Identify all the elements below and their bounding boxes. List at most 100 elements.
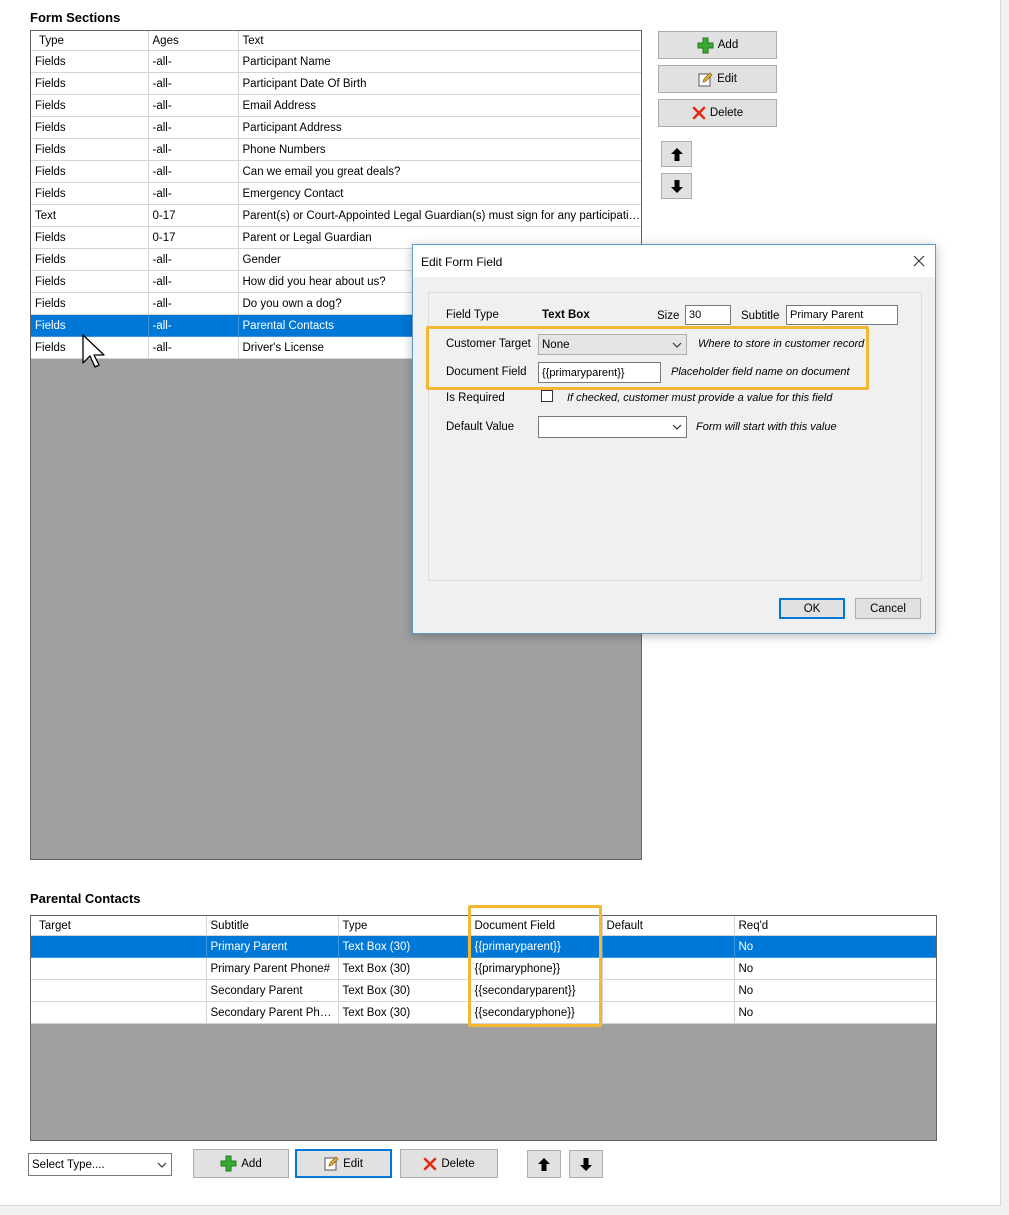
- plus-icon: [697, 37, 714, 53]
- table-row[interactable]: Text 0-17 Parent(s) or Court-Appointed Leg…: [31, 204, 641, 227]
- table-cell: Primary Parent: [206, 935, 339, 958]
- column-header[interactable]: Document Field: [470, 916, 603, 936]
- document-field-label: Document Field: [446, 366, 527, 378]
- select-type-dropdown[interactable]: Select Type....: [28, 1153, 172, 1176]
- table-cell: -all-: [148, 160, 239, 183]
- close-icon[interactable]: [911, 253, 927, 269]
- table-row[interactable]: Fields -all- Participant Address: [31, 116, 641, 139]
- column-header[interactable]: Target: [31, 916, 207, 936]
- edit-contact-label: Edit: [343, 1157, 363, 1170]
- dialog-title: Edit Form Field: [421, 255, 503, 269]
- table-cell: Fields: [31, 182, 149, 205]
- table-cell: Text: [31, 204, 149, 227]
- document-field-input[interactable]: {{primaryparent}}: [538, 362, 661, 383]
- table-cell: {{secondaryparent}}: [470, 979, 603, 1002]
- chevron-down-icon: [672, 342, 682, 348]
- table-cell: Email Address: [238, 94, 641, 117]
- delete-contact-button[interactable]: Delete: [400, 1149, 498, 1178]
- column-header[interactable]: Req'd: [734, 916, 936, 936]
- table-row[interactable]: Fields -all- Participant Date Of Birth: [31, 72, 641, 95]
- move-down-contact-button[interactable]: [569, 1150, 603, 1178]
- table-row[interactable]: Fields -all- Phone Numbers: [31, 138, 641, 161]
- default-value-dropdown[interactable]: [538, 416, 687, 438]
- edit-section-button[interactable]: Edit: [658, 65, 777, 93]
- table-cell: Fields: [31, 138, 149, 161]
- edit-icon: [698, 71, 713, 86]
- x-icon: [424, 1157, 437, 1170]
- table-row[interactable]: Secondary Parent Phone Text Box (30) {{sec…: [31, 1001, 936, 1024]
- add-contact-label: Add: [241, 1157, 262, 1170]
- ok-button[interactable]: OK: [779, 598, 845, 619]
- edit-section-label: Edit: [717, 73, 737, 85]
- table-cell: -all-: [148, 138, 239, 161]
- table-cell: No: [734, 957, 936, 980]
- table-row[interactable]: Secondary Parent Text Box (30) {{secondary…: [31, 979, 936, 1002]
- edit-form-field-dialog: Edit Form Field Field Type Text Box Size…: [412, 244, 936, 634]
- table-cell: -all-: [148, 72, 239, 95]
- form-sections-header-row: Type Ages Text: [31, 31, 641, 51]
- table-row[interactable]: Fields -all- Emergency Contact: [31, 182, 641, 205]
- default-value-hint: Form will start with this value: [696, 421, 837, 433]
- move-down-section-button[interactable]: [661, 173, 692, 199]
- table-cell: -all-: [148, 182, 239, 205]
- default-value-label: Default Value: [446, 421, 515, 433]
- table-row[interactable]: Fields -all- Email Address: [31, 94, 641, 117]
- table-cell: Participant Date Of Birth: [238, 72, 641, 95]
- field-type-value: Text Box: [542, 309, 590, 321]
- table-cell: [602, 979, 735, 1002]
- parental-contacts-grid[interactable]: Target Subtitle Type Document Field Default R…: [30, 915, 937, 1141]
- size-input[interactable]: 30: [685, 305, 731, 325]
- column-header[interactable]: Type: [31, 31, 149, 51]
- customer-target-dropdown[interactable]: None: [538, 334, 687, 355]
- table-cell: -all-: [148, 314, 239, 337]
- table-row[interactable]: Primary Parent Text Box (30) {{primarypare…: [31, 935, 936, 958]
- column-header[interactable]: Subtitle: [206, 916, 339, 936]
- is-required-hint: If checked, customer must provide a valu…: [567, 392, 833, 404]
- table-cell: -all-: [148, 50, 239, 73]
- delete-section-button[interactable]: Delete: [658, 99, 777, 127]
- table-cell: [31, 1001, 207, 1024]
- add-section-button[interactable]: Add: [658, 31, 777, 59]
- chevron-down-icon: [672, 424, 682, 430]
- column-header[interactable]: Ages: [148, 31, 239, 51]
- table-row[interactable]: Fields -all- Can we email you great deals?: [31, 160, 641, 183]
- add-contact-button[interactable]: Add: [193, 1149, 289, 1178]
- table-cell: Participant Address: [238, 116, 641, 139]
- dialog-titlebar: Edit Form Field: [413, 245, 935, 277]
- column-header[interactable]: Default: [602, 916, 735, 936]
- select-type-value: Select Type....: [32, 1158, 105, 1171]
- table-cell: Primary Parent Phone#: [206, 957, 339, 980]
- table-cell: Text Box (30): [338, 935, 471, 958]
- table-cell: Fields: [31, 270, 149, 293]
- table-cell: No: [734, 1001, 936, 1024]
- subtitle-input[interactable]: Primary Parent: [786, 305, 898, 325]
- edit-contact-button[interactable]: Edit: [295, 1149, 392, 1178]
- arrow-down-icon: [670, 179, 683, 193]
- table-cell: Can we email you great deals?: [238, 160, 641, 183]
- table-cell: 0-17: [148, 204, 239, 227]
- table-cell: Secondary Parent Phone: [206, 1001, 339, 1024]
- column-header[interactable]: Type: [338, 916, 471, 936]
- table-cell: Text Box (30): [338, 1001, 471, 1024]
- is-required-checkbox[interactable]: [541, 390, 553, 402]
- table-cell: {{primaryparent}}: [470, 935, 603, 958]
- chevron-down-icon: [157, 1162, 167, 1168]
- table-cell: Text Box (30): [338, 979, 471, 1002]
- customer-target-value: None: [542, 338, 570, 351]
- plus-icon: [220, 1155, 237, 1172]
- table-cell: Fields: [31, 116, 149, 139]
- table-cell: -all-: [148, 270, 239, 293]
- move-up-section-button[interactable]: [661, 141, 692, 167]
- table-cell: Fields: [31, 292, 149, 315]
- table-row[interactable]: Primary Parent Phone# Text Box (30) {{prim…: [31, 957, 936, 980]
- table-cell: -all-: [148, 94, 239, 117]
- table-cell: No: [734, 935, 936, 958]
- parental-contacts-header-row: Target Subtitle Type Document Field Default R…: [31, 916, 936, 936]
- move-up-contact-button[interactable]: [527, 1150, 561, 1178]
- delete-section-label: Delete: [709, 107, 744, 119]
- table-row[interactable]: Fields -all- Participant Name: [31, 50, 641, 73]
- customer-target-label: Customer Target: [446, 338, 531, 350]
- arrow-down-icon: [580, 1157, 592, 1171]
- column-header[interactable]: Text: [238, 31, 641, 51]
- cancel-button[interactable]: Cancel: [855, 598, 921, 619]
